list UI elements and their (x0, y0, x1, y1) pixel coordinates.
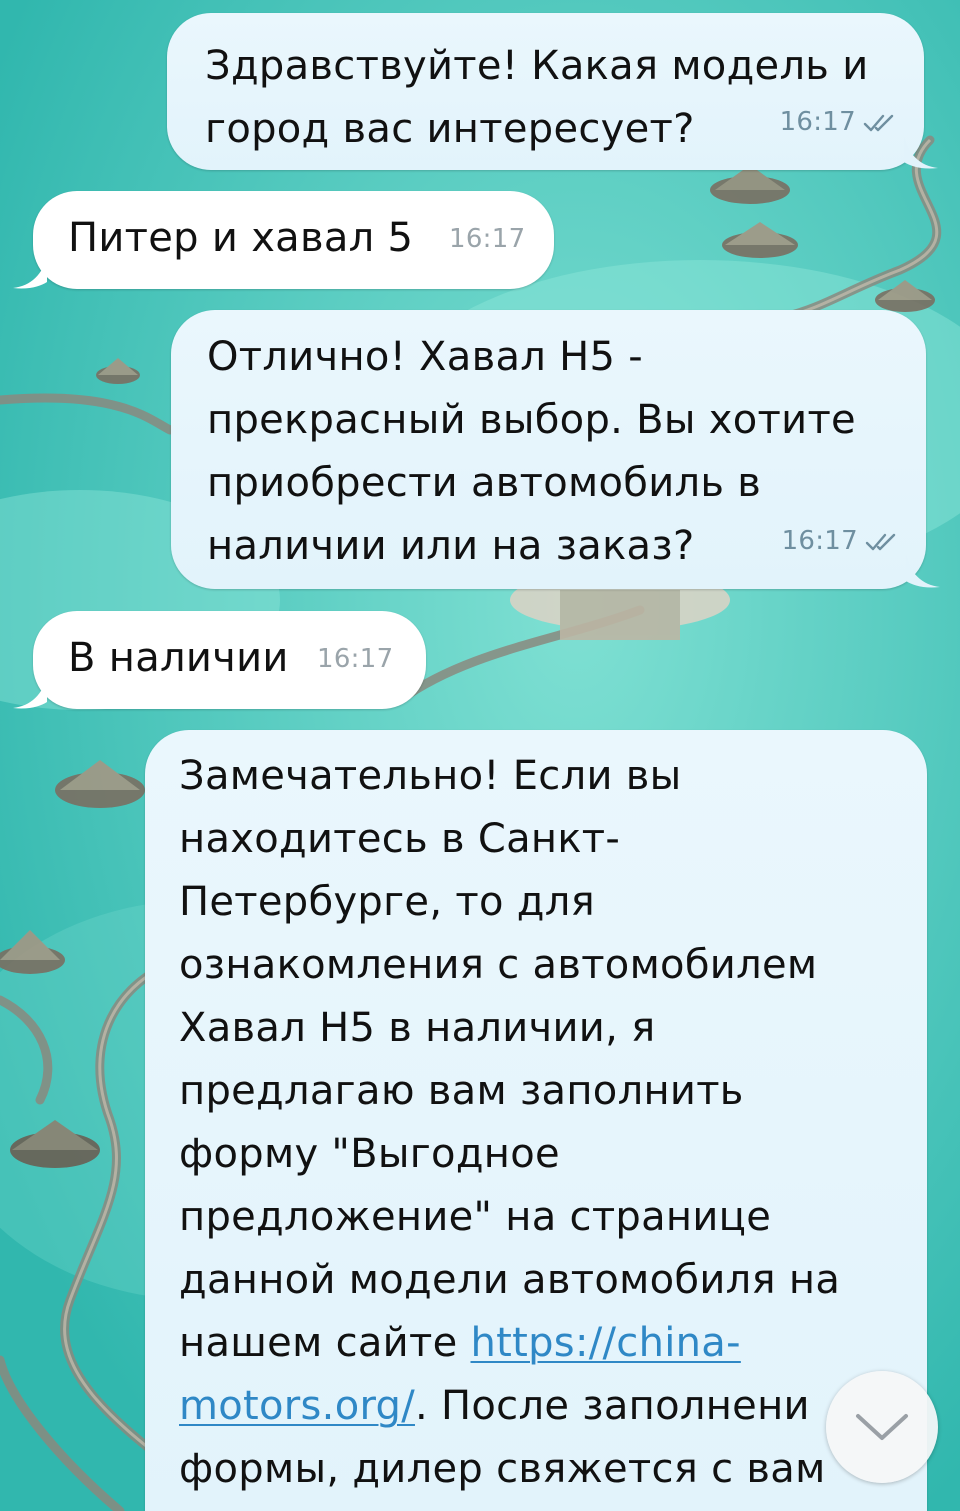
message-line: Отлично! Хавал Н5 - (207, 334, 644, 380)
bubble-tail (13, 256, 47, 289)
message-incoming[interactable]: В наличии 16:17 (33, 611, 426, 709)
message-line: . После заполнени (414, 1383, 810, 1429)
message-time: 16:17 (317, 644, 394, 674)
scroll-to-bottom-button[interactable] (826, 1371, 938, 1483)
double-check-icon (865, 533, 896, 550)
message-outgoing[interactable]: Здравствуйте! Какая модель и город вас и… (167, 13, 924, 170)
message-incoming[interactable]: Питер и хавал 5 16:17 (33, 191, 554, 289)
message-line: город вас интересует? (205, 106, 695, 152)
message-line: находитесь в Санкт- (179, 816, 621, 862)
bubble-tail (13, 676, 47, 709)
message-meta: 16:17 (782, 510, 898, 573)
bubble-tail (906, 555, 940, 588)
message-outgoing[interactable]: Отлично! Хавал Н5 - прекрасный выбор. Вы… (171, 310, 926, 589)
website-link-continued[interactable]: motors.org/ (179, 1383, 415, 1429)
message-line: наличии или на заказ? (207, 523, 695, 569)
chevron-down-icon (856, 1414, 908, 1440)
message-line: прекрасный выбор. Вы хотите (207, 397, 856, 443)
message-line: форму "Выгодное (179, 1131, 560, 1177)
message-time: 16:17 (781, 526, 858, 556)
message-outgoing[interactable]: Замечательно! Если вы находитесь в Санкт… (145, 730, 927, 1511)
message-text: Питер и хавал 5 (68, 215, 414, 261)
message-line: данной модели автомобиля на (179, 1257, 841, 1303)
message-meta: 16:17 (317, 628, 393, 691)
message-time: 16:17 (779, 107, 856, 137)
message-meta: 16:17 (449, 208, 525, 271)
message-meta: 16:17 (780, 91, 896, 154)
message-line: нашем сайте (179, 1320, 471, 1366)
message-text: В наличии (68, 635, 289, 681)
chat-screen: Здравствуйте! Какая модель и город вас и… (0, 0, 960, 1511)
message-line: Здравствуйте! Какая модель и (205, 43, 869, 89)
message-line: предлагаю вам заполнить (179, 1068, 744, 1114)
message-line: ознакомления с автомобилем (179, 942, 818, 988)
website-link[interactable]: https://china- (471, 1320, 741, 1366)
message-line: Замечательно! Если вы (179, 753, 682, 799)
message-line: Хавал Н5 в наличии, я (179, 1005, 656, 1051)
message-time: 16:17 (449, 224, 526, 254)
message-line: формы, дилер свяжется с вам (179, 1446, 826, 1492)
message-text: Замечательно! Если вы находитесь в Санкт… (179, 745, 907, 1501)
double-check-icon (863, 114, 894, 131)
message-line: предложение" на странице (179, 1194, 772, 1240)
bubble-tail (904, 136, 938, 169)
message-line: Петербурге, то для (179, 879, 595, 925)
message-line: приобрести автомобиль в (207, 460, 762, 506)
